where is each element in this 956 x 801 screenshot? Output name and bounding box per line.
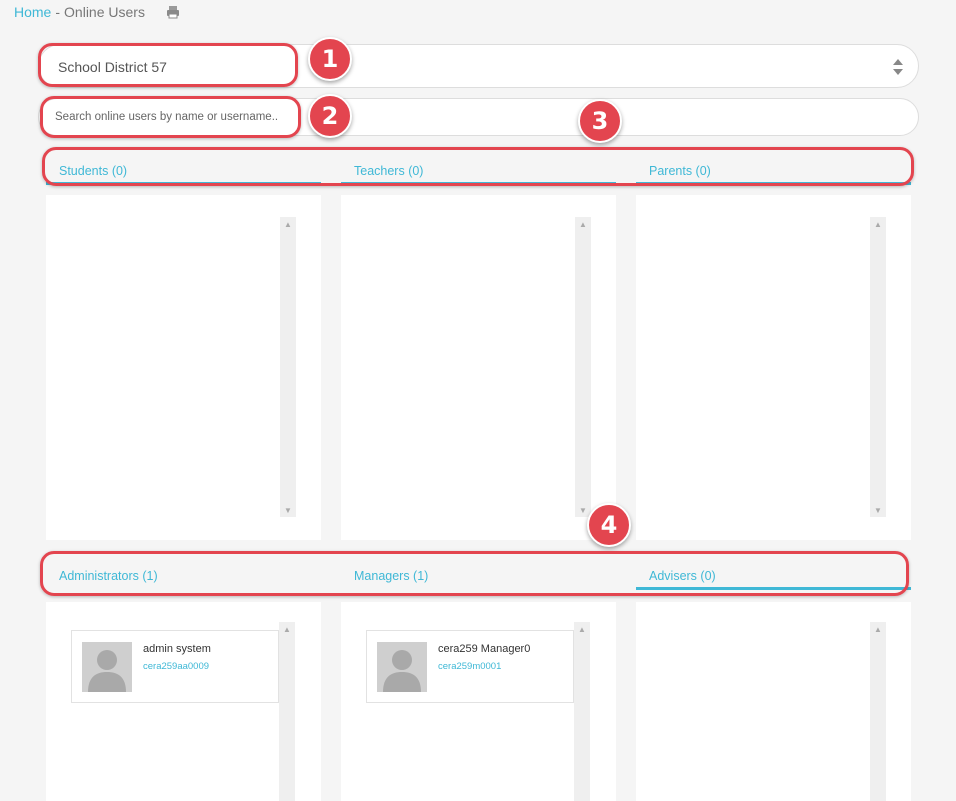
user-username[interactable]: cera259m0001 xyxy=(438,661,501,672)
scroll-down-icon[interactable]: ▼ xyxy=(870,503,886,517)
tab-administrators[interactable]: Administrators (1) xyxy=(46,560,321,590)
tab-managers[interactable]: Managers (1) xyxy=(341,560,616,590)
students-scrollbar[interactable]: ▲ ▼ xyxy=(280,217,296,517)
district-select-value: School District 57 xyxy=(58,59,167,75)
managers-scrollbar[interactable]: ▲ xyxy=(574,622,590,801)
select-arrows-icon xyxy=(893,59,903,75)
managers-list-panel: cera259 Manager0 cera259m0001 ▲ xyxy=(341,602,616,801)
callout-badge-2: 2 xyxy=(308,94,352,138)
printer-icon[interactable] xyxy=(165,4,181,20)
user-name: admin system xyxy=(143,643,211,655)
list-item[interactable]: cera259 Manager0 cera259m0001 xyxy=(366,630,574,703)
search-input[interactable] xyxy=(55,107,295,127)
administrators-scrollbar[interactable]: ▲ xyxy=(279,622,295,801)
scroll-up-icon[interactable]: ▲ xyxy=(574,622,590,636)
breadcrumb: Home - Online Users xyxy=(14,4,145,20)
callout-badge-4: 4 xyxy=(587,503,631,547)
teachers-scrollbar[interactable]: ▲ ▼ xyxy=(575,217,591,517)
user-username[interactable]: cera259aa0009 xyxy=(143,661,209,672)
district-select[interactable]: School District 57 xyxy=(38,44,919,88)
scroll-up-icon[interactable]: ▲ xyxy=(279,622,295,636)
scroll-up-icon[interactable]: ▲ xyxy=(575,217,591,231)
scroll-up-icon[interactable]: ▲ xyxy=(870,622,886,636)
administrators-list-panel: admin system cera259aa0009 ▲ xyxy=(46,602,321,801)
search-field[interactable] xyxy=(38,98,919,136)
user-silhouette-icon xyxy=(383,650,421,692)
avatar xyxy=(82,642,132,692)
tab-students[interactable]: Students (0) xyxy=(46,155,321,185)
callout-badge-3: 3 xyxy=(578,99,622,143)
user-silhouette-icon xyxy=(88,650,126,692)
teachers-list-panel: ▲ ▼ xyxy=(341,195,616,540)
parents-scrollbar[interactable]: ▲ ▼ xyxy=(870,217,886,517)
tab-parents[interactable]: Parents (0) xyxy=(636,155,911,185)
scroll-down-icon[interactable]: ▼ xyxy=(280,503,296,517)
callout-badge-1: 1 xyxy=(308,37,352,81)
scroll-up-icon[interactable]: ▲ xyxy=(280,217,296,231)
advisers-list-panel: ▲ xyxy=(636,602,911,801)
tab-advisers[interactable]: Advisers (0) xyxy=(636,560,911,590)
parents-list-panel: ▲ ▼ xyxy=(636,195,911,540)
breadcrumb-separator: - xyxy=(55,4,61,20)
students-list-panel: ▲ ▼ xyxy=(46,195,321,540)
breadcrumb-home-link[interactable]: Home xyxy=(14,4,51,20)
user-name: cera259 Manager0 xyxy=(438,643,531,655)
advisers-scrollbar[interactable]: ▲ xyxy=(870,622,886,801)
breadcrumb-current: Online Users xyxy=(64,4,145,20)
avatar xyxy=(377,642,427,692)
list-item[interactable]: admin system cera259aa0009 xyxy=(71,630,279,703)
scroll-up-icon[interactable]: ▲ xyxy=(870,217,886,231)
tab-teachers[interactable]: Teachers (0) xyxy=(341,155,616,185)
